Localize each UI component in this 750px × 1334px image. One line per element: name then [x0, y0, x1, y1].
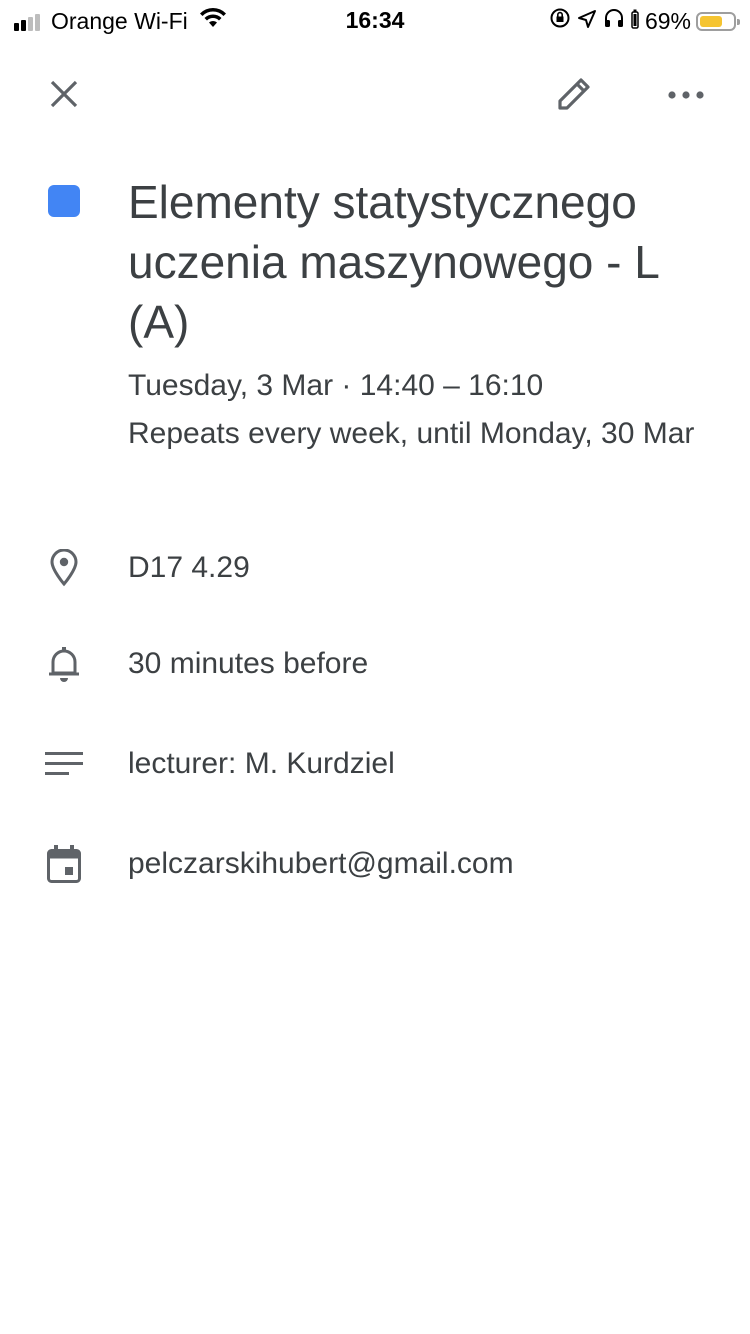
event-date-time: Tuesday, 3 Mar · 14:40 – 16:10	[128, 369, 544, 402]
battery-small-icon	[631, 8, 645, 35]
location-text: D17 4.29	[128, 551, 250, 584]
location-icon	[577, 8, 603, 35]
description-row[interactable]: lecturer: M. Kurdziel	[0, 734, 750, 794]
close-button[interactable]	[34, 66, 94, 126]
event-when: Tuesday, 3 Mar · 14:40 – 16:10 Repeats e…	[128, 362, 708, 458]
battery-icon	[696, 11, 740, 31]
orientation-lock-icon	[549, 7, 577, 35]
calendar-row[interactable]: pelczarskihubert@gmail.com	[0, 834, 750, 894]
reminder-row[interactable]: 30 minutes before	[0, 634, 750, 694]
location-row[interactable]: D17 4.29	[0, 538, 750, 598]
bell-icon	[44, 644, 84, 684]
event-recurrence: Repeats every week, until Monday, 30 Mar	[128, 417, 695, 450]
calendar-account-text: pelczarskihubert@gmail.com	[128, 847, 514, 880]
event-color-swatch	[48, 185, 80, 217]
close-icon	[49, 79, 79, 114]
headphones-icon	[603, 7, 631, 35]
more-horizontal-icon	[668, 87, 704, 105]
reminder-text: 30 minutes before	[128, 647, 369, 680]
battery-percent: 69%	[644, 7, 691, 34]
calendar-icon	[44, 844, 84, 884]
pencil-icon	[555, 75, 593, 118]
description-text: lecturer: M. Kurdziel	[128, 747, 395, 780]
notes-icon	[44, 744, 84, 784]
more-options-button[interactable]	[656, 66, 716, 126]
location-pin-icon	[44, 548, 84, 588]
status-bar: Orange Wi-Fi 16:34 69%	[0, 0, 750, 40]
status-right: 69%	[549, 7, 740, 35]
event-title: Elementy statystycznego uczenia maszynow…	[128, 176, 659, 348]
battery-level	[700, 15, 723, 27]
edit-button[interactable]	[544, 66, 604, 126]
